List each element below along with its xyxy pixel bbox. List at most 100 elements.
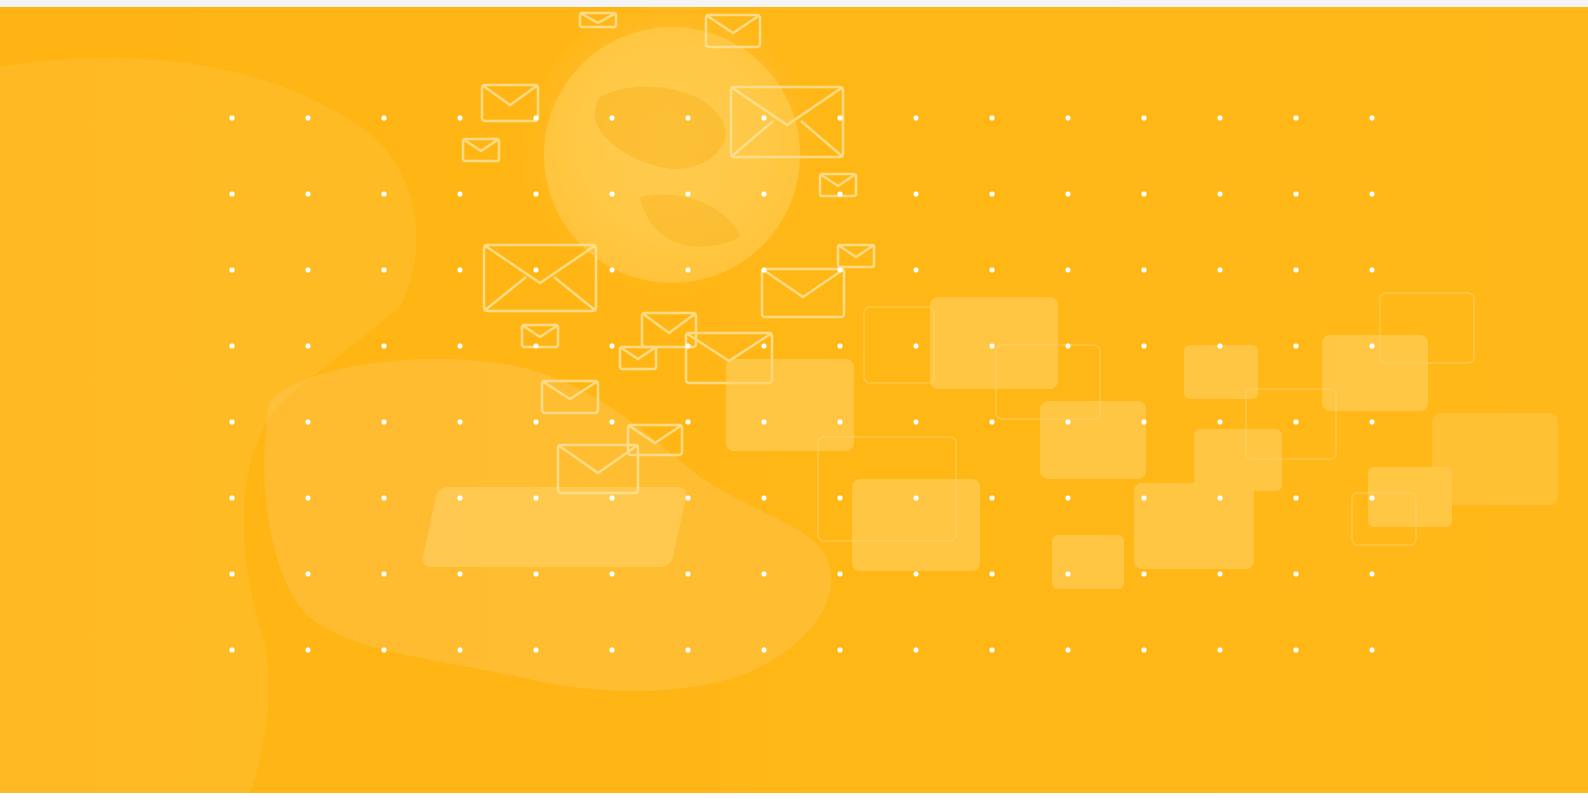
grid-dot: [1369, 419, 1375, 425]
grid-dot: [913, 115, 919, 121]
grid-dot: [1369, 115, 1375, 121]
grid-dot: [609, 115, 615, 121]
hero-banner: [0, 7, 1588, 793]
grid-dot: [533, 343, 539, 349]
grid-dot: [457, 495, 463, 501]
grid-dot: [457, 343, 463, 349]
grid-dot: [457, 419, 463, 425]
grid-dot: [913, 267, 919, 273]
grid-dot: [1369, 267, 1375, 273]
grid-dot: [837, 343, 843, 349]
grid-dot: [685, 419, 691, 425]
grid-dot: [989, 647, 995, 653]
grid-dot: [837, 191, 843, 197]
grid-dot: [457, 267, 463, 273]
grid-dot: [381, 419, 387, 425]
grid-dot: [1293, 115, 1299, 121]
grid-dot: [229, 343, 235, 349]
grid-dot: [1065, 343, 1071, 349]
grid-dot: [1141, 495, 1147, 501]
grid-dot: [533, 647, 539, 653]
grid-dot: [1065, 191, 1071, 197]
grid-dot: [761, 115, 767, 121]
grid-dot: [609, 343, 615, 349]
grid-dot: [457, 191, 463, 197]
grid-dot: [305, 267, 311, 273]
grid-dot: [685, 191, 691, 197]
grid-dot: [685, 647, 691, 653]
grid-dot: [609, 647, 615, 653]
grid-dot: [1293, 571, 1299, 577]
grid-dot: [229, 571, 235, 577]
grid-dot: [685, 115, 691, 121]
grid-dot: [1141, 267, 1147, 273]
grid-dot: [609, 419, 615, 425]
grid-dot: [837, 571, 843, 577]
grid-dot: [761, 571, 767, 577]
grid-dot: [1293, 419, 1299, 425]
grid-dot: [1217, 571, 1223, 577]
grid-dot: [457, 115, 463, 121]
grid-dot: [229, 191, 235, 197]
grid-dot: [1065, 495, 1071, 501]
grid-dot: [761, 343, 767, 349]
grid-dot: [1217, 115, 1223, 121]
grid-dot: [989, 191, 995, 197]
grid-dot: [837, 267, 843, 273]
grid-dot: [1217, 495, 1223, 501]
grid-dot: [305, 115, 311, 121]
grid-dot: [533, 267, 539, 273]
grid-dot: [837, 115, 843, 121]
grid-dot: [229, 115, 235, 121]
grid-dot: [1293, 267, 1299, 273]
grid-dot: [381, 115, 387, 121]
grid-dot: [761, 419, 767, 425]
grid-dot: [685, 267, 691, 273]
grid-dot: [609, 495, 615, 501]
grid-dot: [305, 191, 311, 197]
grid-dot: [1141, 419, 1147, 425]
grid-dot: [1141, 571, 1147, 577]
grid-dot: [989, 495, 995, 501]
grid-dot: [381, 191, 387, 197]
grid-dot: [533, 419, 539, 425]
grid-dot: [685, 571, 691, 577]
grid-dot: [761, 191, 767, 197]
grid-dot: [1141, 115, 1147, 121]
grid-dot: [1141, 647, 1147, 653]
grid-dot: [533, 115, 539, 121]
grid-dot: [533, 191, 539, 197]
grid-dot: [381, 647, 387, 653]
grid-dot: [1065, 647, 1071, 653]
grid-dot: [381, 571, 387, 577]
grid-dot: [989, 115, 995, 121]
grid-dot: [381, 267, 387, 273]
grid-dot: [1293, 191, 1299, 197]
grid-dot: [1369, 191, 1375, 197]
grid-dot: [1293, 647, 1299, 653]
grid-dot: [1293, 343, 1299, 349]
grid-dot: [761, 267, 767, 273]
bottom-edge-strip: [0, 793, 1588, 803]
grid-dot: [837, 647, 843, 653]
grid-dot: [685, 343, 691, 349]
grid-dot: [457, 571, 463, 577]
grid-dot: [989, 419, 995, 425]
grid-dot: [609, 191, 615, 197]
grid-dot: [1217, 343, 1223, 349]
grid-dot: [1217, 419, 1223, 425]
grid-dot: [1217, 267, 1223, 273]
grid-dot: [229, 495, 235, 501]
grid-dot: [533, 495, 539, 501]
grid-dot: [1217, 647, 1223, 653]
grid-dot: [1141, 343, 1147, 349]
grid-dot: [1217, 191, 1223, 197]
grid-dot: [609, 267, 615, 273]
grid-dot: [913, 495, 919, 501]
grid-dot: [913, 343, 919, 349]
grid-dot: [913, 647, 919, 653]
grid-dot: [989, 267, 995, 273]
grid-dot: [305, 419, 311, 425]
grid-dot: [761, 647, 767, 653]
hero-illustration: [0, 7, 1558, 793]
